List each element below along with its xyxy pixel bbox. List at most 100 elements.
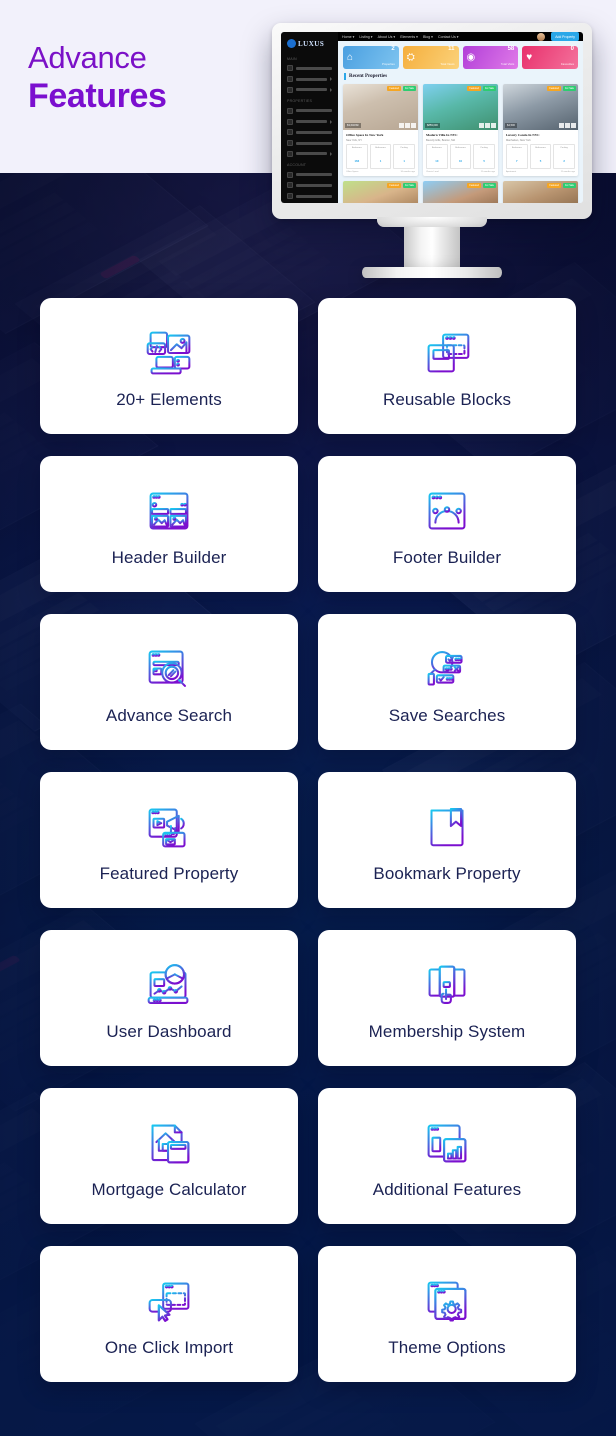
feature-value: 1 [380, 159, 382, 163]
property-price: $859,000 [425, 123, 440, 128]
feature-card[interactable]: Advance Search [40, 614, 298, 750]
footer-builder-icon [416, 480, 478, 548]
add-property-button: Add Property [551, 32, 579, 41]
page-title-line2: Features [28, 77, 167, 116]
heading-text: Recent Properties [349, 74, 387, 79]
recent-properties-heading: Recent Properties [338, 72, 583, 84]
feature-card-label: One Click Import [105, 1338, 233, 1358]
feature-label: Bathrooms [372, 147, 389, 149]
monitor-base [362, 267, 502, 278]
stat-label: Favourites [561, 62, 574, 66]
sidebar-item-label [296, 78, 327, 81]
feature-card[interactable]: Save Searches [318, 614, 576, 750]
feature-card[interactable]: Bookmark Property [318, 772, 576, 908]
sidebar-item-icon [287, 193, 293, 199]
property-image: FeaturedFor Sale $859,000 [423, 84, 498, 130]
feature-label: Bedrooms [429, 147, 446, 149]
dashboard-chart-icon [138, 954, 200, 1022]
stat-value: 11 [440, 46, 454, 52]
property-age: 10 months ago [401, 171, 415, 173]
feature-card[interactable]: Reusable Blocks [318, 298, 576, 434]
feature-card[interactable]: Featured Property [40, 772, 298, 908]
sidebar-item [284, 127, 335, 138]
property-grid: FeaturedFor Sale $3,640/SF Office Space … [338, 84, 583, 176]
stat-label: Total Views [440, 62, 454, 66]
feature-card-label: Mortgage Calculator [92, 1180, 247, 1200]
chevron-right-icon [330, 88, 332, 92]
dashboard-sidebar: LUXUS Main Properties Account [281, 32, 338, 203]
property-card: FeaturedFor Sale $4,500 Luxury Condo In … [503, 84, 578, 176]
one-click-import-icon [138, 1270, 200, 1338]
feature-card[interactable]: Footer Builder [318, 456, 576, 592]
property-feature: Bathrooms 10 [450, 144, 472, 169]
header-builder-icon [138, 480, 200, 548]
feature-value: 2 [563, 159, 565, 163]
feature-value: 166 [355, 159, 360, 163]
property-thumbnails [479, 123, 496, 128]
property-tag: Featured [387, 183, 401, 188]
feature-card-label: Footer Builder [393, 548, 501, 568]
dashboard-logo: LUXUS [284, 37, 335, 53]
feature-card-label: Featured Property [100, 864, 239, 884]
sidebar-item-icon [287, 182, 293, 188]
dashboard-nav-link: Listing ▾ [359, 35, 372, 39]
sidebar-item [284, 148, 335, 159]
sidebar-item [284, 63, 335, 74]
sidebar-item-icon [287, 65, 293, 71]
sidebar-item-icon [287, 108, 293, 114]
feature-label: Parking [556, 147, 573, 149]
feature-label: Bathrooms [452, 147, 469, 149]
group-icon: ⛭ [407, 53, 415, 63]
feature-card[interactable]: One Click Import [40, 1246, 298, 1382]
feature-card[interactable]: Theme Options [318, 1246, 576, 1382]
sidebar-item-label [296, 109, 332, 112]
feature-card[interactable]: 20+ Elements [40, 298, 298, 434]
property-tag: For Sale [563, 86, 576, 91]
property-type: Classic Land [426, 171, 439, 173]
feature-card[interactable]: Header Builder [40, 456, 298, 592]
feature-card[interactable]: Additional Features [318, 1088, 576, 1224]
monitor-neck [404, 227, 460, 267]
eye-icon: ◉ [467, 53, 476, 63]
property-card: FeaturedFor Sale $859,000 [423, 181, 498, 203]
advance-search-icon [138, 638, 200, 706]
logo-mark-icon [287, 39, 296, 48]
dashboard-stat-cards: ⌂ 2 Properties ⛭ 11 Total Views ◉ 58 Tot… [338, 41, 583, 72]
sidebar-item [284, 138, 335, 149]
additional-features-icon [416, 1112, 478, 1180]
dashboard-nav-link: Contact Us ▾ [438, 35, 459, 39]
stat-label: Total Visits [501, 62, 514, 66]
feature-label: Parking [396, 147, 413, 149]
feature-card-label: Theme Options [388, 1338, 506, 1358]
property-tag: For Sale [563, 183, 576, 188]
sidebar-item-label [296, 120, 327, 123]
property-grid-row2: FeaturedFor Sale $3,640/SF FeaturedFor S… [338, 176, 583, 203]
feature-value: 10 [459, 159, 462, 163]
property-thumbnails [559, 123, 576, 128]
feature-card-label: 20+ Elements [116, 390, 222, 410]
feature-card[interactable]: Membership System [318, 930, 576, 1066]
property-tags: FeaturedFor Sale [547, 86, 576, 91]
sidebar-item [284, 202, 335, 203]
feature-card-label: Reusable Blocks [383, 390, 511, 410]
feature-card[interactable]: User Dashboard [40, 930, 298, 1066]
feature-card-label: Additional Features [373, 1180, 521, 1200]
feature-card[interactable]: Mortgage Calculator [40, 1088, 298, 1224]
stat-card: ⌂ 2 Properties [343, 46, 399, 69]
property-footer: Classic Land 11 months ago [426, 171, 495, 173]
sidebar-item-label [296, 184, 332, 187]
property-type: Office Space [346, 171, 358, 173]
sidebar-item [284, 116, 335, 127]
stat-card: ⛭ 11 Total Views [403, 46, 459, 69]
feature-card-label: Advance Search [106, 706, 232, 726]
feature-label: Bedrooms [349, 147, 366, 149]
blocks-icon [416, 322, 478, 390]
property-image: FeaturedFor Sale $4,500 [503, 181, 578, 203]
sidebar-item-label [296, 67, 332, 70]
monitor-neck-flare [377, 217, 487, 227]
property-body: Luxury Condo In NYC Manhattan, New York … [503, 130, 578, 176]
property-image: FeaturedFor Sale $859,000 [423, 181, 498, 203]
stat-value: 0 [561, 46, 574, 52]
megaphone-icon [138, 796, 200, 864]
property-title: Office Space In New York [346, 133, 415, 137]
